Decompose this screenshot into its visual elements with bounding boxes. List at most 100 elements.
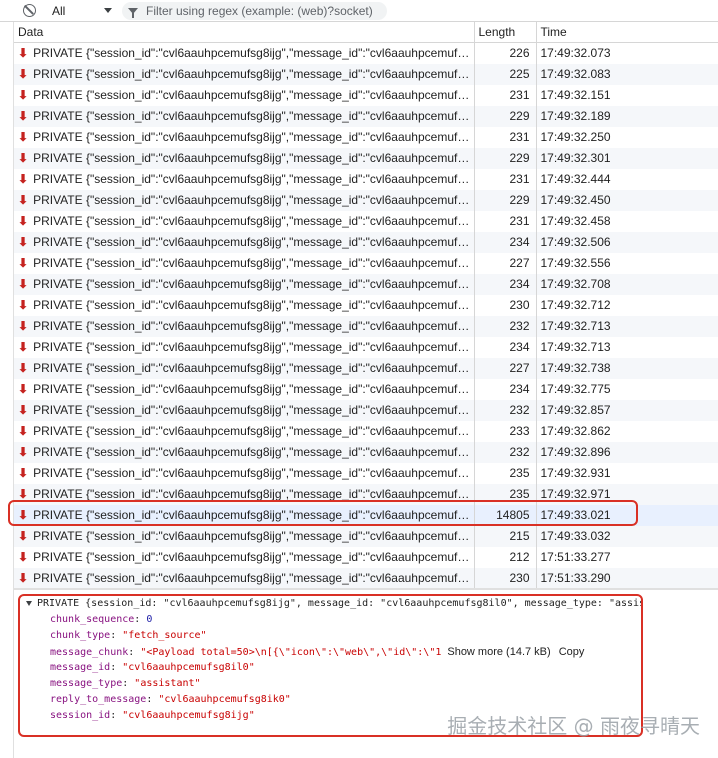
cell-time: 17:49:32.450 [536, 189, 718, 211]
detail-header[interactable]: PRIVATE {session_id: "cvl6aauhpcemufsg8i… [20, 596, 641, 612]
message-type-select[interactable]: All [52, 4, 112, 18]
table-row[interactable]: ⬇ PRIVATE {"session_id":"cvl6aauhpcemufsg… [14, 126, 718, 148]
cell-length: 230 [474, 567, 537, 589]
received-arrow-icon: ⬇ [18, 361, 29, 375]
cell-data-text: PRIVATE {"session_id":"cvl6aauhpcemufsg8… [33, 67, 474, 81]
cell-data: ⬇ PRIVATE {"session_id":"cvl6aauhpcemufsg… [14, 315, 475, 337]
cell-length: 225 [474, 63, 537, 85]
cell-data: ⬇ PRIVATE {"session_id":"cvl6aauhpcemufsg… [14, 231, 475, 253]
received-arrow-icon: ⬇ [18, 256, 29, 270]
cell-data: ⬇ PRIVATE {"session_id":"cvl6aauhpcemufsg… [14, 105, 475, 127]
cell-time: 17:49:32.713 [536, 315, 718, 337]
clear-messages-icon[interactable] [23, 4, 36, 17]
cell-length: 235 [474, 462, 537, 484]
table-row[interactable]: ⬇ PRIVATE {"session_id":"cvl6aauhpcemufsg… [14, 210, 718, 232]
filter-input[interactable]: Filter using regex (example: (web)?socke… [122, 1, 387, 20]
detail-property: message_type: "assistant" [20, 676, 641, 692]
cell-data-text: PRIVATE {"session_id":"cvl6aauhpcemufsg8… [33, 403, 474, 417]
cell-data-text: PRIVATE {"session_id":"cvl6aauhpcemufsg8… [33, 445, 474, 459]
property-value: "cvl6aauhpcemufsg8il0" [122, 662, 255, 673]
cell-time: 17:49:32.712 [536, 294, 718, 316]
property-separator: : [122, 678, 135, 689]
cell-data-text: PRIVATE {"session_id":"cvl6aauhpcemufsg8… [33, 88, 474, 102]
filter-icon [128, 7, 138, 18]
cell-data: ⬇ PRIVATE {"session_id":"cvl6aauhpcemufsg… [14, 189, 475, 211]
received-arrow-icon: ⬇ [18, 340, 29, 354]
table-row[interactable]: ⬇ PRIVATE {"session_id":"cvl6aauhpcemufsg… [14, 336, 718, 358]
cell-time: 17:49:33.032 [536, 525, 718, 547]
table-row[interactable]: ⬇ PRIVATE {"session_id":"cvl6aauhpcemufsg… [14, 546, 718, 568]
table-row[interactable]: ⬇ PRIVATE {"session_id":"cvl6aauhpcemufsg… [14, 147, 718, 169]
received-arrow-icon: ⬇ [18, 445, 29, 459]
table-row[interactable]: ⬇ PRIVATE {"session_id":"cvl6aauhpcemufsg… [14, 84, 718, 106]
property-value: "cvl6aauhpcemufsg8ik0" [158, 694, 291, 705]
property-separator: : [110, 710, 123, 721]
show-more-button[interactable]: Show more (14.7 kB) [447, 646, 550, 658]
received-arrow-icon: ⬇ [18, 571, 29, 585]
cell-time: 17:49:32.713 [536, 336, 718, 358]
received-arrow-icon: ⬇ [18, 487, 29, 501]
detail-property: message_id: "cvl6aauhpcemufsg8il0" [20, 660, 641, 676]
table-row[interactable]: ⬇ PRIVATE {"session_id":"cvl6aauhpcemufsg… [14, 567, 718, 589]
cell-data-text: PRIVATE {"session_id":"cvl6aauhpcemufsg8… [33, 550, 474, 564]
cell-data-text: PRIVATE {"session_id":"cvl6aauhpcemufsg8… [33, 277, 474, 291]
table-row[interactable]: ⬇ PRIVATE {"session_id":"cvl6aauhpcemufsg… [14, 42, 718, 64]
cell-length: 232 [474, 315, 537, 337]
table-row[interactable]: ⬇ PRIVATE {"session_id":"cvl6aauhpcemufsg… [14, 399, 718, 421]
table-row[interactable]: ⬇ PRIVATE {"session_id":"cvl6aauhpcemufsg… [14, 294, 718, 316]
cell-time: 17:49:32.083 [536, 63, 718, 85]
table-row[interactable]: ⬇ PRIVATE {"session_id":"cvl6aauhpcemufsg… [14, 462, 718, 484]
cell-time: 17:49:32.896 [536, 441, 718, 463]
cell-length: 231 [474, 168, 537, 190]
table-row[interactable]: ⬇ PRIVATE {"session_id":"cvl6aauhpcemufsg… [14, 315, 718, 337]
cell-data: ⬇ PRIVATE {"session_id":"cvl6aauhpcemufsg… [14, 126, 475, 148]
table-row[interactable]: ⬇ PRIVATE {"session_id":"cvl6aauhpcemufsg… [14, 273, 718, 295]
cell-data-text: PRIVATE {"session_id":"cvl6aauhpcemufsg8… [33, 151, 474, 165]
table-row[interactable]: ⬇ PRIVATE {"session_id":"cvl6aauhpcemufsg… [14, 252, 718, 274]
property-key: chunk_sequence [50, 614, 135, 625]
received-arrow-icon: ⬇ [18, 466, 29, 480]
table-row[interactable]: ⬇ PRIVATE {"session_id":"cvl6aauhpcemufsg… [14, 378, 718, 400]
detail-property: chunk_sequence: 0 [20, 612, 641, 628]
table-row[interactable]: ⬇ PRIVATE {"session_id":"cvl6aauhpcemufsg… [14, 189, 718, 211]
table-row[interactable]: ⬇ PRIVATE {"session_id":"cvl6aauhpcemufsg… [14, 168, 718, 190]
detail-property: message_chunk: "<Payload total=50>\n[{\"… [20, 644, 641, 660]
copy-button[interactable]: Copy [559, 646, 585, 658]
received-arrow-icon: ⬇ [18, 67, 29, 81]
property-separator: : [146, 694, 159, 705]
received-arrow-icon: ⬇ [18, 193, 29, 207]
cell-time: 17:49:32.775 [536, 378, 718, 400]
table-row[interactable]: ⬇ PRIVATE {"session_id":"cvl6aauhpcemufsg… [14, 231, 718, 253]
table-row[interactable]: ⬇ PRIVATE {"session_id":"cvl6aauhpcemufsg… [14, 357, 718, 379]
panel-divider[interactable] [14, 588, 718, 590]
received-arrow-icon: ⬇ [18, 130, 29, 144]
column-header-length[interactable]: Length [474, 22, 537, 43]
table-row[interactable]: ⬇ PRIVATE {"session_id":"cvl6aauhpcemufsg… [14, 105, 718, 127]
cell-data-text: PRIVATE {"session_id":"cvl6aauhpcemufsg8… [33, 46, 474, 61]
property-separator: : [128, 647, 141, 658]
column-header-time[interactable]: Time [536, 22, 718, 43]
detail-property: reply_to_message: "cvl6aauhpcemufsg8ik0" [20, 692, 641, 708]
column-header-data[interactable]: Data [14, 22, 475, 43]
table-row[interactable]: ⬇ PRIVATE {"session_id":"cvl6aauhpcemufsg… [14, 441, 718, 463]
cell-length: 231 [474, 126, 537, 148]
cell-time: 17:49:32.444 [536, 168, 718, 190]
filter-placeholder: Filter using regex (example: (web)?socke… [146, 3, 373, 18]
cell-time: 17:51:33.277 [536, 546, 718, 568]
cell-time: 17:49:32.738 [536, 357, 718, 379]
expand-triangle-icon[interactable] [26, 600, 32, 606]
property-key: chunk_type [50, 630, 111, 641]
cell-time: 17:49:32.506 [536, 231, 718, 253]
cell-data-text: PRIVATE {"session_id":"cvl6aauhpcemufsg8… [33, 319, 474, 333]
table-row[interactable]: ⬇ PRIVATE {"session_id":"cvl6aauhpcemufsg… [14, 420, 718, 442]
cell-data: ⬇ PRIVATE {"session_id":"cvl6aauhpcemufsg… [14, 294, 475, 316]
received-arrow-icon: ⬇ [18, 46, 29, 61]
cell-data-text: PRIVATE {"session_id":"cvl6aauhpcemufsg8… [33, 256, 474, 270]
cell-length: 226 [474, 42, 537, 64]
cell-length: 232 [474, 399, 537, 421]
cell-data: ⬇ PRIVATE {"session_id":"cvl6aauhpcemufsg… [14, 336, 475, 358]
table-row[interactable]: ⬇ PRIVATE {"session_id":"cvl6aauhpcemufsg… [14, 525, 718, 547]
cell-length: 229 [474, 105, 537, 127]
table-row[interactable]: ⬇ PRIVATE {"session_id":"cvl6aauhpcemufsg… [14, 63, 718, 85]
cell-length: 233 [474, 420, 537, 442]
